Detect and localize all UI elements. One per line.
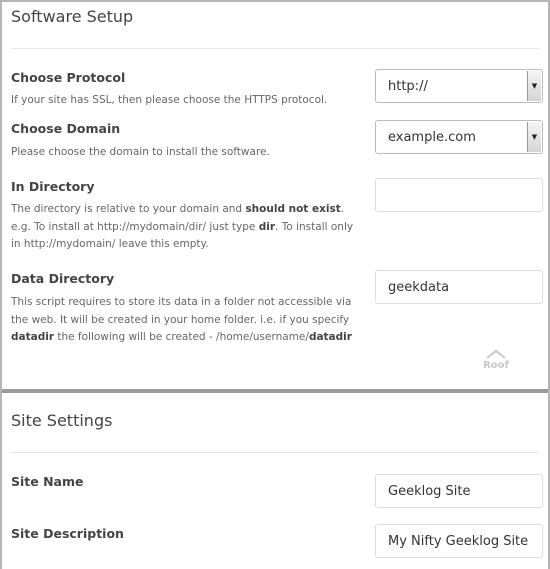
directory-input[interactable] — [375, 178, 543, 212]
site-name-input[interactable]: Geeklog Site — [375, 474, 543, 508]
protocol-select[interactable]: http:// ▼ — [375, 69, 543, 103]
chevron-down-icon: ▼ — [527, 71, 541, 101]
software-setup-title: Software Setup — [11, 7, 134, 26]
divider — [11, 48, 539, 49]
section-separator — [2, 389, 548, 393]
protocol-value: http:// — [388, 78, 428, 94]
data-directory-label: Data Directory — [11, 271, 115, 286]
chevron-down-icon: ▼ — [527, 122, 541, 152]
directory-desc: The directory is relative to your domain… — [11, 203, 354, 250]
protocol-label: Choose Protocol — [11, 70, 126, 85]
site-description-input[interactable]: My Nifty Geeklog Site — [375, 524, 543, 558]
data-directory-input[interactable]: geekdata — [375, 270, 543, 304]
domain-label: Choose Domain — [11, 121, 121, 136]
site-settings-title: Site Settings — [11, 411, 113, 430]
domain-select[interactable]: example.com ▼ — [375, 120, 543, 154]
data-directory-desc: This script requires to store its data i… — [11, 296, 352, 343]
divider — [11, 452, 539, 453]
website-roof-logo: Roof — [483, 349, 509, 371]
domain-value: example.com — [388, 129, 476, 145]
domain-desc: Please choose the domain to install the … — [11, 146, 270, 158]
site-description-label: Site Description — [11, 526, 124, 541]
directory-label: In Directory — [11, 179, 95, 194]
site-name-label: Site Name — [11, 474, 84, 489]
protocol-desc: If your site has SSL, then please choose… — [11, 94, 328, 106]
